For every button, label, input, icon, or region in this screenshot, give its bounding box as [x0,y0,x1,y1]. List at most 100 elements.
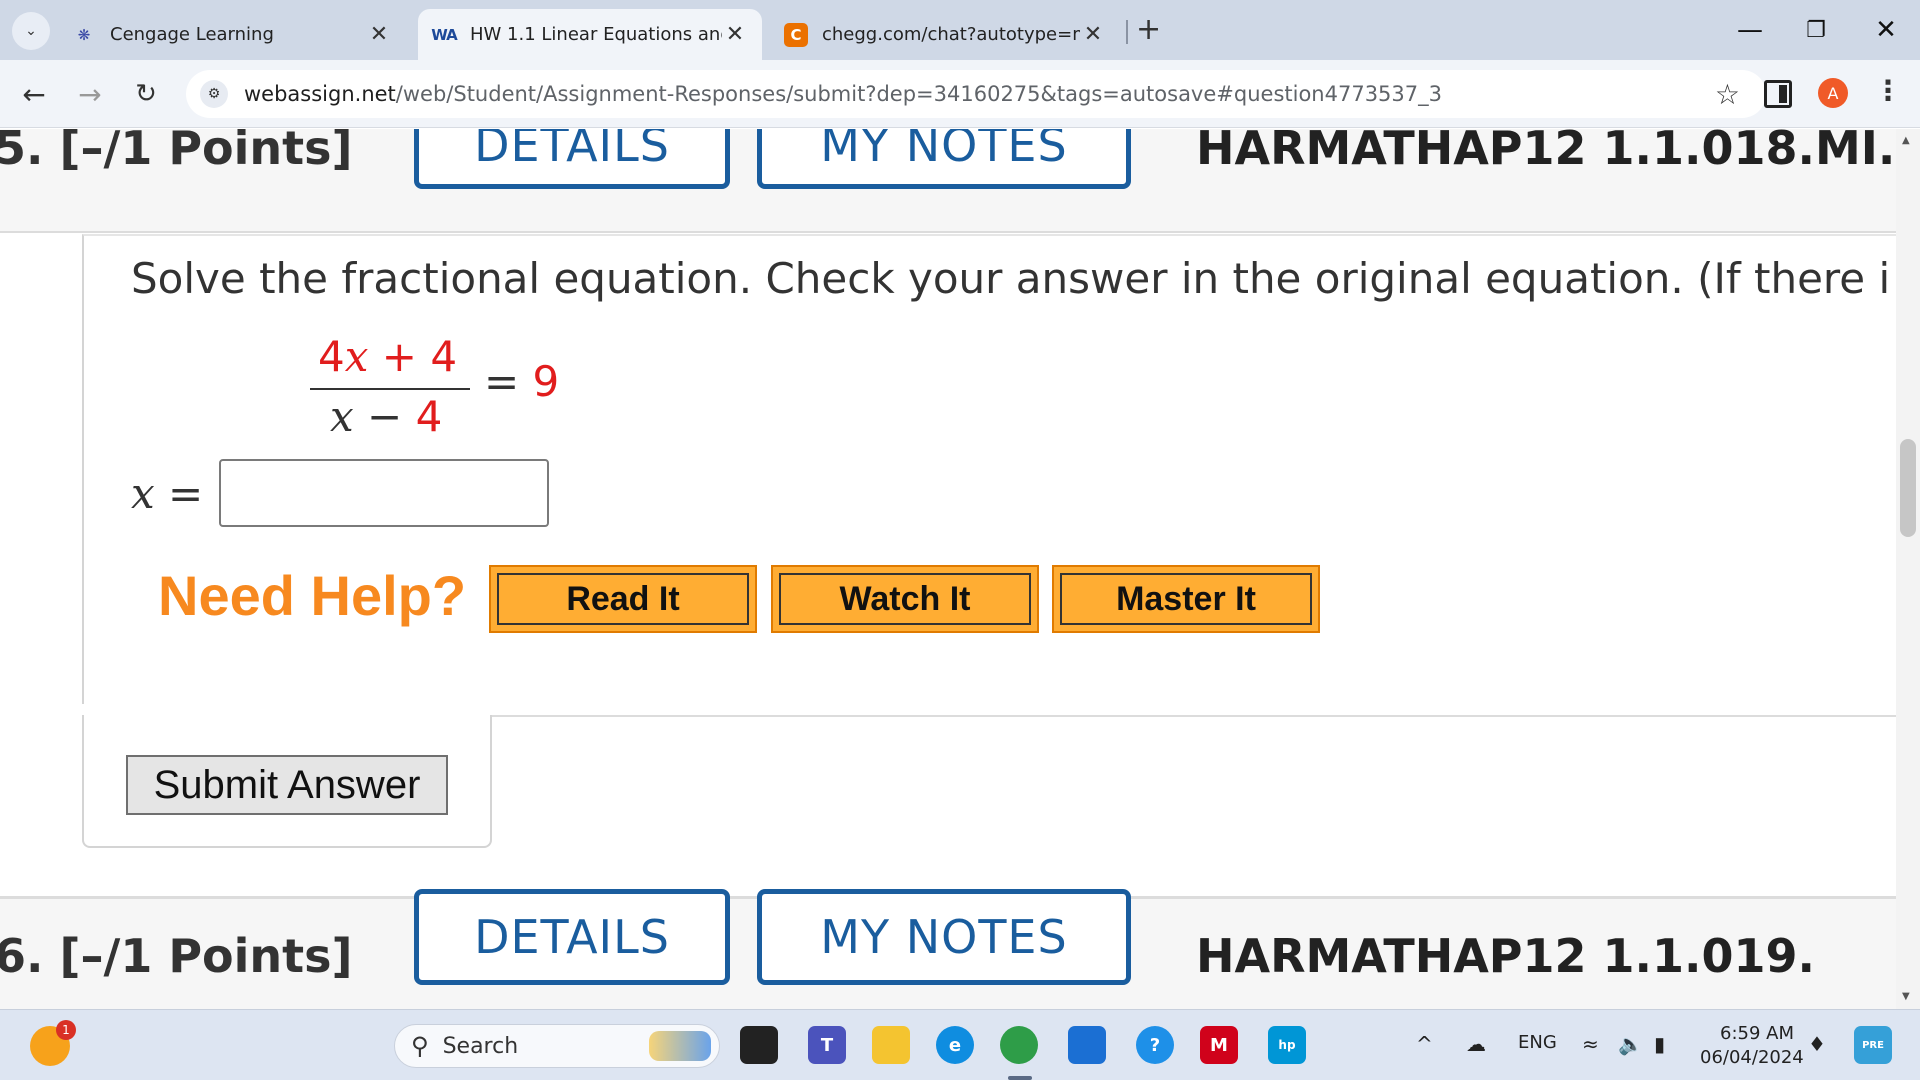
url-host: webassign.net [244,82,396,106]
search-icon: ⚲ [411,1032,429,1060]
num-op: + [368,332,431,381]
fraction-numerator: 4x + 4 [318,332,457,381]
question-code: HARMATHAP12 1.1.018.MI. [1196,129,1896,175]
answer-var: x [131,469,155,518]
help-icon[interactable]: ? [1136,1026,1174,1064]
side-panel-icon[interactable] [1764,80,1792,108]
fraction-bar [310,388,470,390]
question-prompt: Solve the fractional equation. Check you… [131,254,1891,303]
tab-search-button[interactable]: ⌄ [12,12,50,50]
browser-tab-bar: ⌄ ❋ Cengage Learning ✕ WA HW 1.1 Linear … [0,0,1920,60]
copilot-icon[interactable]: PRE [1854,1026,1892,1064]
question-code: HARMATHAP12 1.1.019. [1196,929,1816,983]
divider [490,715,1896,717]
read-it-button[interactable]: Read It [489,565,757,633]
webassign-page: 5. [–/1 Points] DETAILS MY NOTES HARMATH… [0,129,1896,1009]
tab-title: chegg.com/chat?autotype=mix [822,24,1080,45]
num-coef: 4 [318,332,345,381]
battery-icon[interactable]: ▮ [1654,1032,1665,1056]
details-button[interactable]: DETAILS [414,889,730,985]
answer-eq: = [154,469,204,518]
wifi-icon[interactable]: ≈ [1582,1032,1599,1056]
equation-rhs: = 9 [484,357,559,406]
close-icon[interactable]: ✕ [722,22,748,47]
system-clock[interactable]: 6:59 AM 06/04/2024 [1700,1022,1804,1070]
myhp-icon[interactable]: hp [1268,1026,1306,1064]
onedrive-icon[interactable]: ☁ [1466,1032,1486,1056]
weather-icon[interactable]: 1 [30,1020,76,1066]
chevron-up-icon[interactable]: ^ [1416,1032,1433,1056]
page-scrollbar[interactable]: ▲ ▼ [1896,129,1920,1009]
question-header-next: 6. [–/1 Points] DETAILS MY NOTES HARMATH… [0,889,1896,1009]
master-it-button[interactable]: Master It [1052,565,1320,633]
taskbar-search[interactable]: ⚲ Search [394,1024,720,1068]
question-header-prev: 5. [–/1 Points] DETAILS MY NOTES HARMATH… [0,129,1896,233]
rhs-value: 9 [532,357,560,406]
tab-title: HW 1.1 Linear Equations and In [470,24,722,45]
chegg-logo-icon: C [784,22,808,47]
tab-webassign[interactable]: WA HW 1.1 Linear Equations and In ✕ [418,9,762,60]
tab-separator [1126,20,1128,44]
equals-sign: = [484,357,533,406]
notification-bell-icon[interactable]: ♦ [1808,1032,1826,1056]
answer-label: x = [131,469,203,518]
tab-cengage[interactable]: ❋ Cengage Learning ✕ [58,9,406,60]
url-path: /web/Student/Assignment-Responses/submit… [395,82,1442,106]
window-close-icon[interactable]: ✕ [1856,10,1916,50]
reload-icon[interactable]: ↻ [128,76,164,112]
volume-icon[interactable]: 🔈 [1618,1032,1643,1056]
webassign-logo-icon: WA [431,25,457,44]
bookmark-star-icon[interactable]: ☆ [1715,78,1740,111]
answer-input[interactable] [219,459,549,527]
chevron-down-icon: ⌄ [25,23,37,39]
watch-it-button[interactable]: Watch It [771,565,1039,633]
close-icon[interactable]: ✕ [1080,22,1106,47]
edge-icon[interactable]: e [936,1026,974,1064]
my-notes-button[interactable]: MY NOTES [757,129,1131,189]
chrome-icon[interactable] [1000,1026,1038,1064]
search-highlight-icon [649,1031,711,1061]
den-var: x [330,392,354,441]
tab-chegg[interactable]: C chegg.com/chat?autotype=mix ✕ [770,9,1120,60]
cengage-logo-icon: ❋ [77,25,91,44]
task-view-icon[interactable] [740,1026,778,1064]
new-tab-plus-icon[interactable]: + [1136,12,1161,47]
points-label: 5. [–/1 Points] [0,129,353,175]
forward-arrow-icon[interactable]: → [72,76,108,112]
master-it-label: Master It [1060,573,1312,625]
read-it-label: Read It [497,573,749,625]
den-op: − [353,392,416,441]
fraction-denominator: x − 4 [330,392,442,441]
teams-icon[interactable]: T [808,1026,846,1064]
back-arrow-icon[interactable]: ← [16,76,52,112]
mcafee-icon[interactable]: M [1200,1026,1238,1064]
browser-toolbar: ← → ↻ ⚙ webassign.net/web/Student/Assign… [0,60,1920,128]
windows-start-icon[interactable] [338,1030,372,1064]
file-explorer-icon[interactable] [872,1026,910,1064]
site-info-icon[interactable]: ⚙ [200,80,228,108]
details-button[interactable]: DETAILS [414,129,730,189]
minimize-icon[interactable]: — [1720,10,1780,50]
scroll-down-icon[interactable]: ▼ [1902,991,1910,1002]
scrollbar-thumb[interactable] [1900,439,1916,537]
url-text: webassign.net/web/Student/Assignment-Res… [244,82,1442,106]
watch-it-label: Watch It [779,573,1031,625]
tab-title: Cengage Learning [110,24,274,45]
profile-avatar[interactable]: A [1818,78,1848,108]
scroll-up-icon[interactable]: ▲ [1902,135,1910,146]
my-notes-button[interactable]: MY NOTES [757,889,1131,985]
language-indicator[interactable]: ENG [1518,1032,1557,1053]
close-icon[interactable]: ✕ [366,22,392,47]
clock-date: 06/04/2024 [1700,1047,1804,1068]
num-var: x [344,332,369,381]
kebab-menu-icon[interactable]: ⋮ [1874,74,1902,107]
notification-badge: 1 [56,1020,76,1040]
address-bar[interactable]: ⚙ webassign.net/web/Student/Assignment-R… [186,70,1766,118]
submit-answer-button[interactable]: Submit Answer [126,755,448,815]
microsoft-store-icon[interactable] [1068,1026,1106,1064]
num-const: 4 [430,332,458,381]
search-placeholder: Search [442,1033,519,1059]
restore-icon[interactable]: ❐ [1786,10,1846,50]
windows-taskbar: 1 ⚲ Search T e ? M hp ^ ☁ ENG ≈ 🔈 ▮ 6:59… [0,1009,1920,1080]
need-help-label: Need Help? [158,564,467,627]
